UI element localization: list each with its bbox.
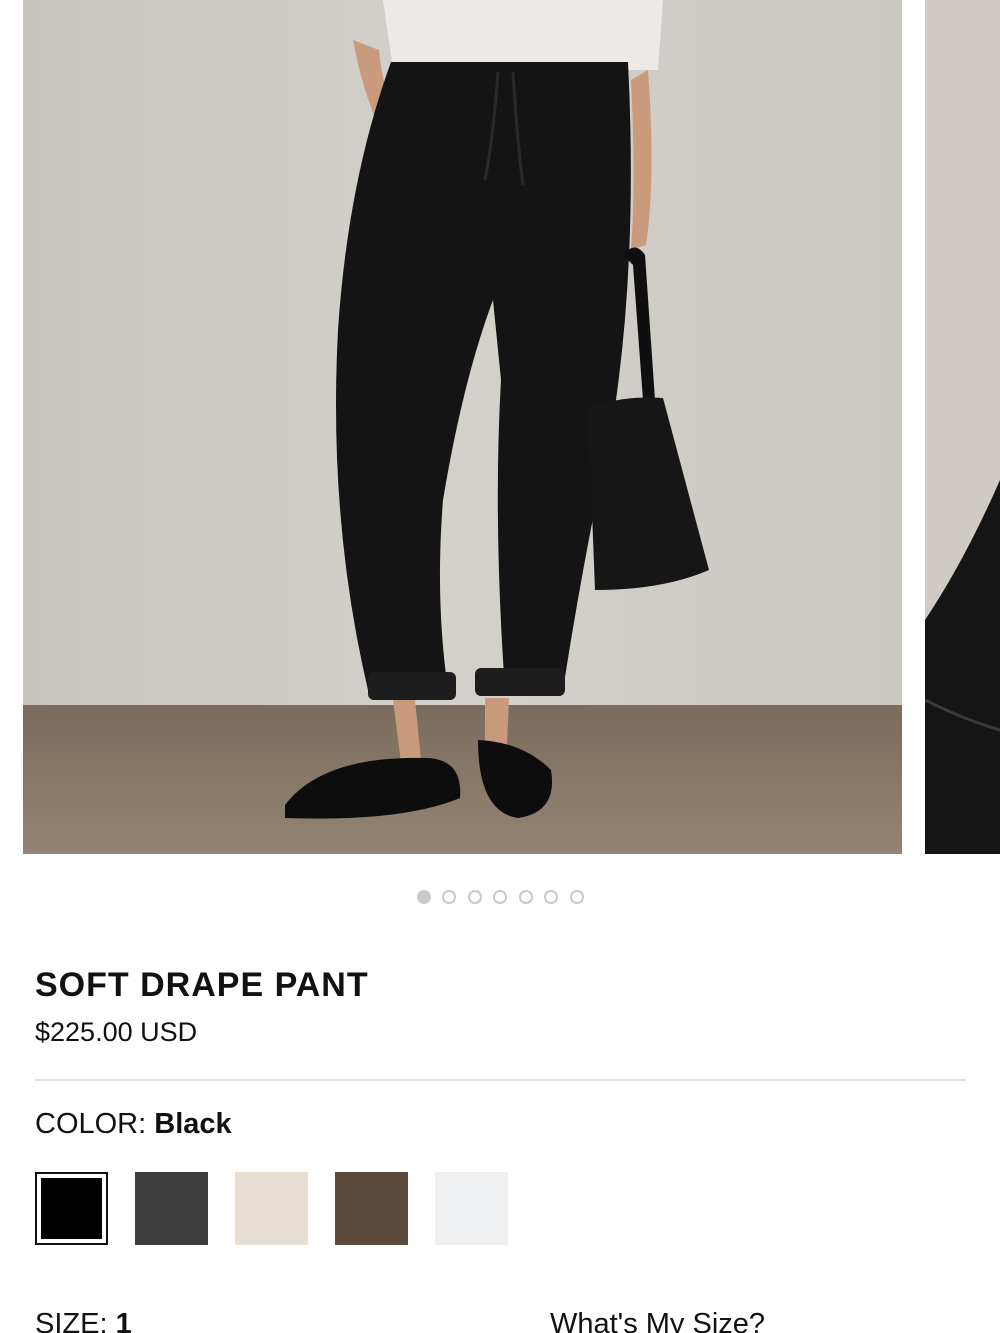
size-label: SIZE: [35, 1308, 108, 1333]
divider [35, 1079, 966, 1081]
carousel-dot-3[interactable] [467, 890, 482, 904]
product-page: SOFT DRAPE PANT $225.00 USD COLOR: Black… [0, 0, 1000, 1333]
swatch-brown[interactable] [335, 1172, 408, 1245]
swatch-cream[interactable] [235, 1172, 308, 1245]
swatch-white[interactable] [435, 1172, 508, 1245]
carousel-dot-2[interactable] [442, 890, 456, 904]
swatch-white-fill [435, 1172, 508, 1245]
selected-color-value: Black [154, 1108, 232, 1140]
carousel-dot-1[interactable] [416, 890, 431, 904]
selected-size-value: 1 [115, 1308, 132, 1333]
product-image-carousel[interactable] [0, 0, 1000, 854]
carousel-dot-7[interactable] [569, 890, 584, 904]
swatch-cream-fill [235, 1172, 308, 1245]
carousel-pagination [0, 890, 1000, 904]
carousel-dot-4[interactable] [493, 890, 507, 904]
color-swatches [35, 1172, 508, 1245]
swatch-charcoal[interactable] [135, 1172, 208, 1245]
color-selection-label: COLOR: Black [35, 1106, 232, 1142]
product-title: SOFT DRAPE PANT [35, 966, 369, 1004]
swatch-black[interactable] [35, 1172, 108, 1245]
swatch-black-fill [41, 1178, 102, 1239]
swatch-charcoal-fill [135, 1172, 208, 1245]
product-image-main[interactable] [23, 0, 902, 854]
product-image-next[interactable] [925, 0, 1000, 854]
swatch-brown-fill [335, 1172, 408, 1245]
carousel-dot-5[interactable] [518, 890, 533, 904]
color-label: COLOR: [35, 1108, 147, 1140]
size-selection-label: SIZE: 1 [35, 1306, 132, 1333]
carousel-dot-6[interactable] [544, 890, 558, 904]
size-guide-link[interactable]: What's My Size? [550, 1306, 765, 1333]
product-price: $225.00 USD [35, 1017, 198, 1047]
